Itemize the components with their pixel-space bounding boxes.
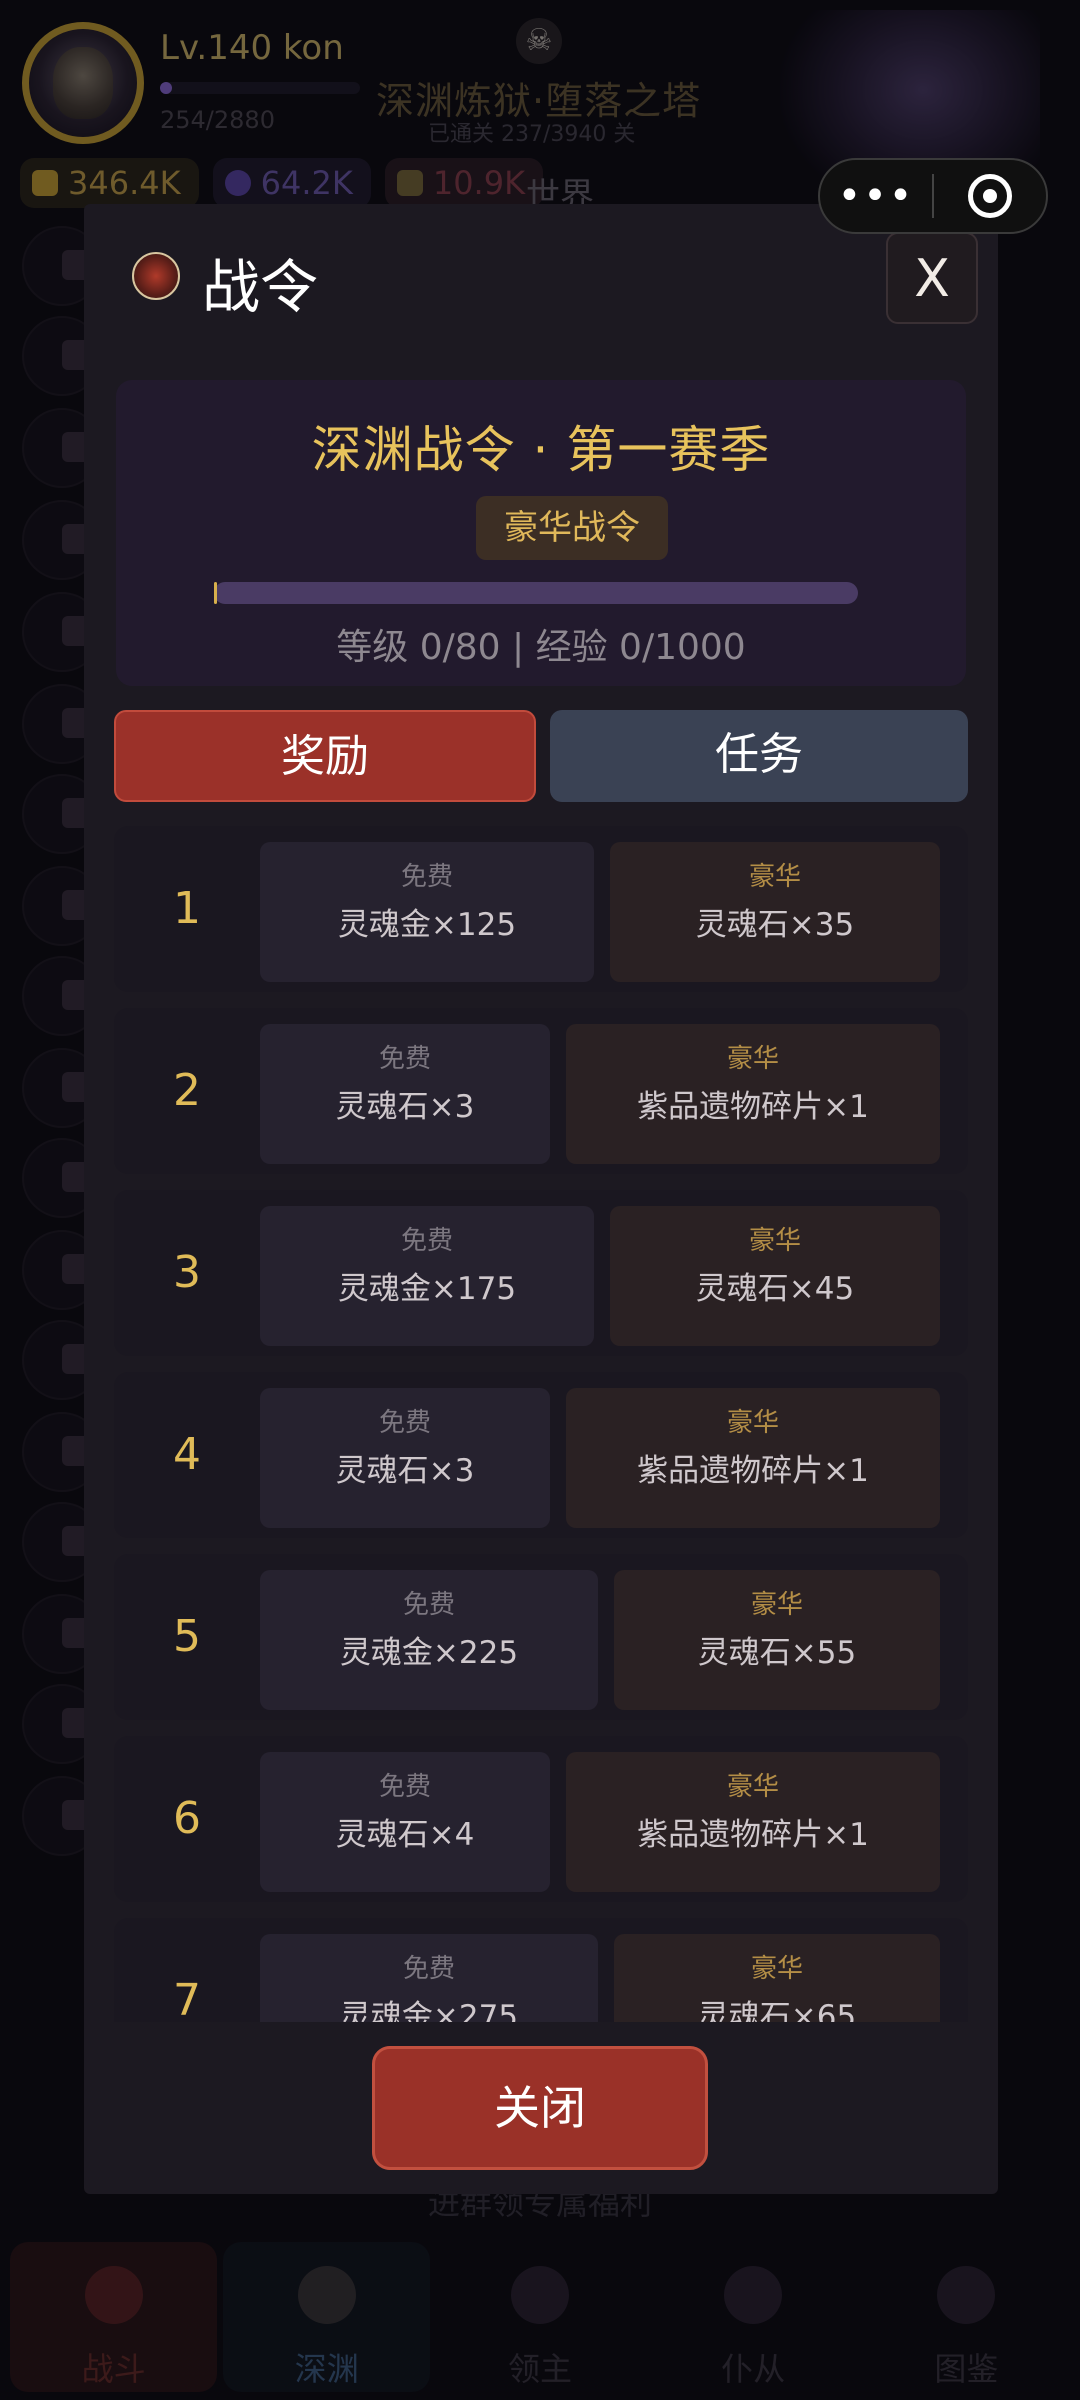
premium-tag: 豪华 [750, 1590, 803, 1620]
premium-reward-item: 灵魂石×65 [697, 1999, 857, 2022]
close-button[interactable]: 关闭 [372, 2046, 708, 2170]
battle-pass-icon [132, 252, 180, 300]
reward-row: 4 免费 灵魂石×3 豪华 紫品遗物碎片×1 [114, 1372, 968, 1538]
premium-reward-item: 灵魂石×55 [697, 1635, 857, 1671]
reward-row: 5 免费 灵魂金×225 豪华 灵魂石×55 [114, 1554, 968, 1720]
free-tag: 免费 [378, 1044, 431, 1074]
level-text: 等级 0/80 | 经验 0/1000 [336, 627, 746, 668]
premium-tag: 豪华 [726, 1772, 779, 1802]
reward-level: 2 [173, 1065, 201, 1116]
target-icon [968, 174, 1012, 218]
tab-tasks[interactable]: 任务 [550, 710, 968, 802]
premium-tag: 豪华 [726, 1044, 779, 1074]
reward-row: 3 免费 灵魂金×175 豪华 灵魂石×45 [114, 1190, 968, 1356]
reward-level: 7 [173, 1975, 201, 2022]
reward-row: 6 免费 灵魂石×4 豪华 紫品遗物碎片×1 [114, 1736, 968, 1902]
premium-reward-cell[interactable]: 豪华 紫品遗物碎片×1 [566, 1024, 940, 1164]
premium-reward-cell[interactable]: 豪华 灵魂石×35 [610, 842, 940, 982]
premium-pass-button[interactable]: 豪华战令 [476, 496, 668, 560]
premium-reward-item: 灵魂石×35 [695, 907, 855, 943]
reward-row: 2 免费 灵魂石×3 豪华 紫品遗物碎片×1 [114, 1008, 968, 1174]
free-reward-cell[interactable]: 免费 灵魂金×225 [260, 1570, 598, 1710]
premium-reward-cell[interactable]: 豪华 灵魂石×55 [614, 1570, 940, 1710]
free-reward-item: 灵魂金×275 [339, 1999, 519, 2022]
free-tag: 免费 [378, 1408, 431, 1438]
free-tag: 免费 [400, 1226, 453, 1256]
premium-reward-cell[interactable]: 豪华 灵魂石×65 [614, 1934, 940, 2022]
free-tag: 免费 [402, 1590, 455, 1620]
free-reward-cell[interactable]: 免费 灵魂石×3 [260, 1024, 550, 1164]
free-reward-cell[interactable]: 免费 灵魂石×4 [260, 1752, 550, 1892]
free-reward-item: 灵魂石×3 [335, 1453, 475, 1489]
level-progress-bar [214, 582, 858, 604]
reward-row: 1 免费 灵魂金×125 豪华 灵魂石×35 [114, 826, 968, 992]
free-tag: 免费 [402, 1954, 455, 1984]
premium-reward-cell[interactable]: 豪华 灵魂石×45 [610, 1206, 940, 1346]
free-reward-item: 灵魂石×3 [335, 1089, 475, 1125]
modal-tabs: 奖励 任务 [114, 710, 968, 802]
premium-reward-item: 紫品遗物碎片×1 [637, 1089, 869, 1125]
game-screen: Lv.140 kon 254/2880 ☠ 深渊炼狱·堕落之塔 已通关 237/… [0, 0, 1080, 2400]
close-x-button[interactable]: X [886, 232, 978, 324]
free-reward-item: 灵魂石×4 [335, 1817, 475, 1853]
reward-list[interactable]: 1 免费 灵魂金×125 豪华 灵魂石×35 2 免费 灵魂石×3 豪华 紫品遗… [114, 826, 968, 2022]
premium-reward-cell[interactable]: 豪华 紫品遗物碎片×1 [566, 1752, 940, 1892]
free-reward-cell[interactable]: 免费 灵魂金×175 [260, 1206, 594, 1346]
premium-tag: 豪华 [748, 1226, 801, 1256]
battle-pass-modal: 战令 X 深渊战令 · 第一赛季 豪华战令 等级 0/80 | 经验 0/100… [84, 204, 998, 2194]
miniprogram-capsule: ••• [818, 158, 1048, 234]
premium-tag: 豪华 [748, 862, 801, 892]
tab-rewards[interactable]: 奖励 [114, 710, 536, 802]
free-tag: 免费 [400, 862, 453, 892]
reward-level: 1 [173, 883, 201, 934]
reward-level: 5 [173, 1611, 201, 1662]
free-reward-cell[interactable]: 免费 灵魂金×275 [260, 1934, 598, 2022]
reward-level: 6 [173, 1793, 201, 1844]
premium-tag: 豪华 [726, 1408, 779, 1438]
season-title: 深渊战令 · 第一赛季 [311, 421, 771, 479]
free-reward-cell[interactable]: 免费 灵魂石×3 [260, 1388, 550, 1528]
free-reward-item: 灵魂金×225 [339, 1635, 519, 1671]
reward-level: 4 [173, 1429, 201, 1480]
reward-level: 3 [173, 1247, 201, 1298]
premium-reward-item: 紫品遗物碎片×1 [637, 1453, 869, 1489]
reward-row: 7 免费 灵魂金×275 豪华 灵魂石×65 [114, 1918, 968, 2022]
premium-tag: 豪华 [750, 1954, 803, 1984]
premium-reward-item: 紫品遗物碎片×1 [637, 1817, 869, 1853]
modal-title: 战令 [202, 253, 319, 321]
free-tag: 免费 [378, 1772, 431, 1802]
premium-reward-cell[interactable]: 豪华 紫品遗物碎片×1 [566, 1388, 940, 1528]
free-reward-item: 灵魂金×175 [337, 1271, 517, 1307]
level-progress-fill [214, 582, 217, 604]
premium-reward-item: 灵魂石×45 [695, 1271, 855, 1307]
free-reward-cell[interactable]: 免费 灵魂金×125 [260, 842, 594, 982]
free-reward-item: 灵魂金×125 [337, 907, 517, 943]
more-menu-button[interactable]: ••• [820, 158, 932, 234]
exit-miniprogram-button[interactable] [934, 174, 1046, 218]
season-card: 深渊战令 · 第一赛季 豪华战令 等级 0/80 | 经验 0/1000 [116, 380, 966, 686]
